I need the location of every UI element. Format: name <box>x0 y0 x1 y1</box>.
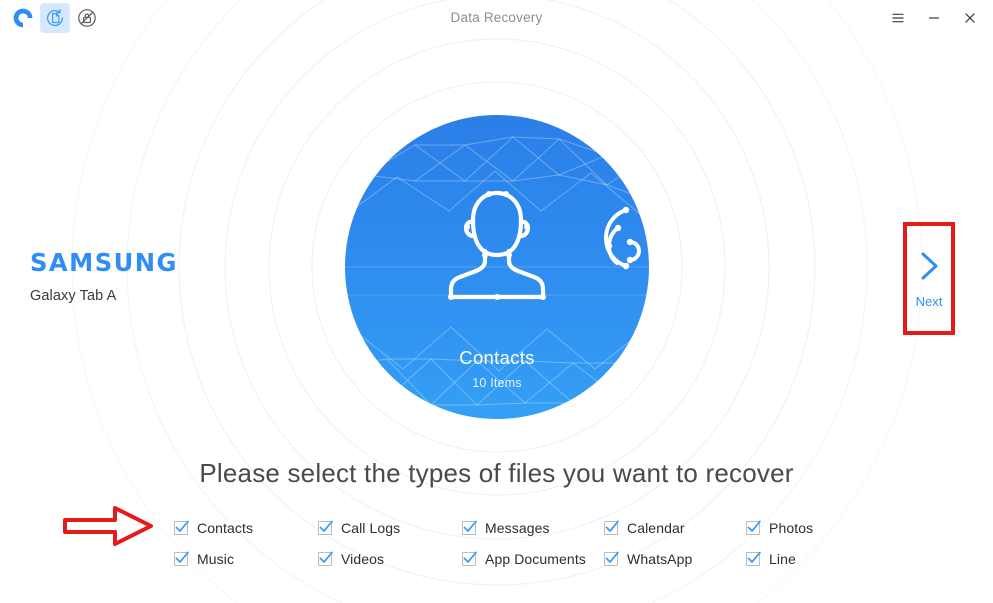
file-type-option-videos[interactable]: Videos <box>318 543 462 574</box>
file-type-label: Calendar <box>627 519 685 536</box>
connected-device: SAMSUNG Galaxy Tab A <box>30 250 182 304</box>
contact-person-icon <box>448 190 546 300</box>
checkbox-checked-icon[interactable] <box>604 551 619 566</box>
close-icon[interactable] <box>955 3 985 33</box>
hero-count-label: 10 Items <box>472 376 522 390</box>
file-type-label: Call Logs <box>341 519 401 536</box>
minimize-icon[interactable] <box>919 3 949 33</box>
checkbox-checked-icon[interactable] <box>604 520 619 535</box>
file-type-option-call-logs[interactable]: Call Logs <box>318 512 462 543</box>
checkbox-checked-icon[interactable] <box>746 551 761 566</box>
checkbox-checked-icon[interactable] <box>174 551 189 566</box>
checkbox-checked-icon[interactable] <box>318 551 333 566</box>
file-type-option-app-documents[interactable]: App Documents <box>462 543 604 574</box>
file-type-option-line[interactable]: Line <box>746 543 896 574</box>
file-type-label: Contacts <box>197 519 254 536</box>
data-type-hero-circle: Contacts 10 Items <box>345 115 649 419</box>
file-type-label: Messages <box>485 519 550 536</box>
file-type-grid: Contacts Call Logs Messages Calendar Pho <box>174 512 964 574</box>
chevron-right-icon <box>915 248 943 284</box>
data-recovery-window: Data Recovery SAMSUNG Galaxy Tab A Conta… <box>0 0 993 603</box>
device-model-label: Galaxy Tab A <box>30 288 117 304</box>
file-type-label: Photos <box>769 519 814 536</box>
checkbox-checked-icon[interactable] <box>746 520 761 535</box>
samsung-logo: SAMSUNG <box>30 248 178 277</box>
window-controls <box>883 0 985 36</box>
file-type-option-contacts[interactable]: Contacts <box>174 512 318 543</box>
hero-category-label: Contacts <box>459 347 535 368</box>
file-type-label: Line <box>769 550 796 567</box>
file-type-label: WhatsApp <box>627 550 693 567</box>
checkbox-checked-icon[interactable] <box>174 520 189 535</box>
checkbox-checked-icon[interactable] <box>462 520 477 535</box>
annotation-arrow-icon <box>63 506 153 546</box>
next-button[interactable]: Next <box>903 222 955 335</box>
file-type-label: Videos <box>341 550 385 567</box>
file-type-option-calendar[interactable]: Calendar <box>604 512 746 543</box>
next-button-label: Next <box>915 294 943 309</box>
checkbox-checked-icon[interactable] <box>318 520 333 535</box>
file-type-label: App Documents <box>485 550 586 567</box>
file-type-option-photos[interactable]: Photos <box>746 512 896 543</box>
checkbox-checked-icon[interactable] <box>462 551 477 566</box>
file-type-option-messages[interactable]: Messages <box>462 512 604 543</box>
file-type-option-whatsapp[interactable]: WhatsApp <box>604 543 746 574</box>
file-type-label: Music <box>197 550 235 567</box>
title-bar: Data Recovery <box>0 0 993 36</box>
page-title: Data Recovery <box>450 10 543 25</box>
prompt-heading: Please select the types of files you wan… <box>199 458 794 488</box>
file-type-option-music[interactable]: Music <box>174 543 318 574</box>
menu-icon[interactable] <box>883 3 913 33</box>
